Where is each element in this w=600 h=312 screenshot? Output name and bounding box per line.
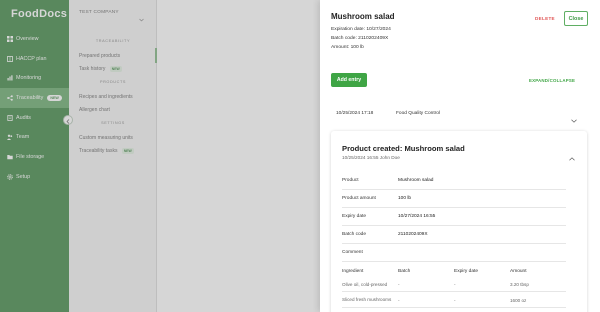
ingredients-header: Ingredient Batch Expiry date Amount bbox=[342, 266, 566, 276]
column-header: Ingredient bbox=[342, 268, 364, 274]
ingredient-batch: - bbox=[398, 282, 400, 287]
detail-value: Mushroom salad bbox=[398, 178, 434, 183]
chevron-down-icon[interactable] bbox=[571, 110, 577, 128]
ingredient-batch: - bbox=[398, 297, 400, 303]
column-header: Batch bbox=[398, 268, 411, 274]
column-header: Expiry date bbox=[454, 268, 478, 274]
close-button[interactable]: Close bbox=[564, 11, 588, 26]
column-header: Amount bbox=[510, 268, 527, 274]
delete-button[interactable]: DELETE bbox=[535, 16, 555, 21]
product-detail-drawer: Mushroom salad Expiration date: 10/27/20… bbox=[320, 0, 600, 312]
detail-key: Expiry date bbox=[342, 214, 366, 219]
detail-row: Product Mushroom salad bbox=[342, 172, 566, 190]
event-date: 10/25/2024 17:18 bbox=[336, 110, 374, 116]
detail-key: Product bbox=[342, 178, 359, 183]
detail-row: Comment bbox=[342, 244, 566, 262]
card-subtitle: 10/25/2024 16:55 John Doe bbox=[342, 155, 400, 160]
detail-key: Batch code bbox=[342, 232, 367, 237]
event-name: Food Quality Control bbox=[396, 110, 440, 116]
ingredient-expiry: - bbox=[454, 297, 456, 303]
ingredient-expiry: - bbox=[454, 282, 456, 287]
detail-row: Batch code 2110202409X bbox=[342, 226, 566, 244]
detail-value: 10/27/2024 16:55 bbox=[398, 214, 436, 219]
event-card: Product created: Mushroom salad 10/25/20… bbox=[331, 131, 587, 312]
batch-code: Batch code: 2110202409X bbox=[331, 36, 389, 41]
chevron-up-icon[interactable] bbox=[569, 148, 575, 166]
ingredient-row: Olive oil, cold-pressed - - 3.20 tbsp bbox=[342, 278, 566, 292]
ingredient-name: Sliced fresh mushrooms bbox=[342, 297, 392, 303]
drawer-title: Mushroom salad bbox=[331, 12, 395, 21]
detail-value: 100 lb bbox=[398, 196, 412, 201]
card-title: Product created: Mushroom salad bbox=[342, 144, 465, 153]
event-row[interactable]: 10/25/2024 17:18 Food Quality Control bbox=[331, 105, 577, 123]
expand-collapse-button[interactable]: EXPAND/COLLAPSE bbox=[529, 78, 575, 83]
detail-key: Product amount bbox=[342, 196, 376, 201]
modal-backdrop[interactable] bbox=[0, 0, 320, 312]
expiration-date: Expiration date: 10/27/2024 bbox=[331, 27, 391, 32]
ingredient-name: Olive oil, cold-pressed bbox=[342, 282, 388, 287]
ingredient-amount: 1600 oz bbox=[510, 297, 527, 303]
detail-row: Expiry date 10/27/2024 16:55 bbox=[342, 208, 566, 226]
amount: Amount: 100 lb bbox=[331, 45, 364, 50]
ingredient-row: Sliced fresh mushrooms - - 1600 oz bbox=[342, 293, 566, 308]
detail-key: Comment bbox=[342, 250, 363, 255]
ingredient-amount: 3.20 tbsp bbox=[510, 282, 529, 287]
add-entry-button[interactable]: Add entry bbox=[331, 73, 367, 87]
detail-row: Product amount 100 lb bbox=[342, 190, 566, 208]
detail-value: 2110202409X bbox=[398, 232, 428, 237]
